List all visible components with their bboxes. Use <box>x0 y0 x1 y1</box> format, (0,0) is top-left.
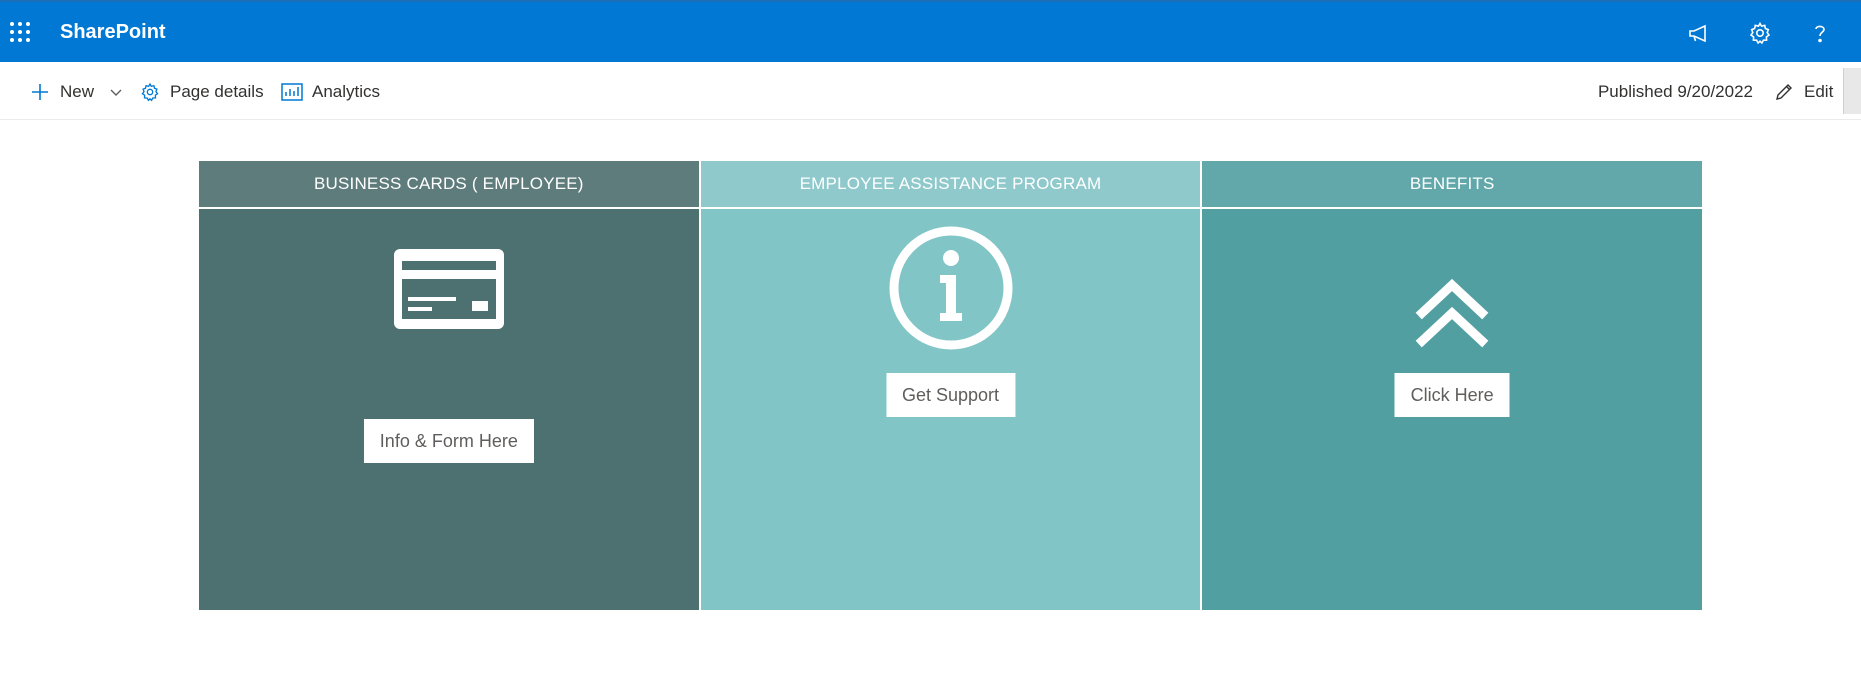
credit-card-icon <box>393 249 504 334</box>
suite-bar: SharePoint <box>0 0 1861 62</box>
tile-header: BUSINESS CARDS ( EMPLOYEE) <box>199 161 699 209</box>
analytics-icon <box>280 80 304 104</box>
collapse-toggle[interactable] <box>1843 68 1861 114</box>
page-details-button[interactable]: Page details <box>138 78 264 106</box>
tile-business-cards: BUSINESS CARDS ( EMPLOYEE) Info & Form H… <box>199 161 699 610</box>
tile-employee-assistance: EMPLOYEE ASSISTANCE PROGRAM Get Support <box>700 161 1201 610</box>
command-bar: New Page details Analytics Published 9/2… <box>0 62 1861 120</box>
click-here-button[interactable]: Click Here <box>1394 373 1510 417</box>
analytics-label: Analytics <box>312 82 381 101</box>
analytics-button[interactable]: Analytics <box>280 78 380 106</box>
info-form-button[interactable]: Info & Form Here <box>363 419 534 463</box>
edit-label: Edit <box>1804 82 1834 101</box>
get-support-button[interactable]: Get Support <box>885 373 1016 417</box>
tile-body: Info & Form Here <box>199 209 699 610</box>
edit-button[interactable]: Edit <box>1772 78 1833 106</box>
published-status: Published 9/20/2022 <box>1597 82 1753 101</box>
info-icon <box>888 225 1014 356</box>
gear-icon[interactable] <box>1745 18 1775 48</box>
tile-body: Click Here <box>1202 209 1703 610</box>
megaphone-icon[interactable] <box>1684 18 1714 48</box>
gear-icon <box>138 80 162 104</box>
waffle-icon[interactable] <box>8 20 32 44</box>
double-chevron-up-icon <box>1414 277 1490 354</box>
page-details-label: Page details <box>170 82 264 101</box>
chevron-down-icon[interactable] <box>104 80 128 104</box>
app-title[interactable]: SharePoint <box>60 21 166 44</box>
help-icon[interactable] <box>1805 18 1835 48</box>
quick-links-tiles: BUSINESS CARDS ( EMPLOYEE) Info & Form H… <box>199 161 1703 610</box>
tile-header: EMPLOYEE ASSISTANCE PROGRAM <box>700 161 1201 209</box>
tile-body: Get Support <box>700 209 1201 610</box>
tile-header: BENEFITS <box>1202 161 1703 209</box>
plus-icon <box>28 80 52 104</box>
new-button[interactable]: New <box>28 78 128 106</box>
pencil-icon <box>1772 80 1796 104</box>
tile-benefits: BENEFITS Click Here <box>1202 161 1703 610</box>
new-label: New <box>60 82 95 101</box>
